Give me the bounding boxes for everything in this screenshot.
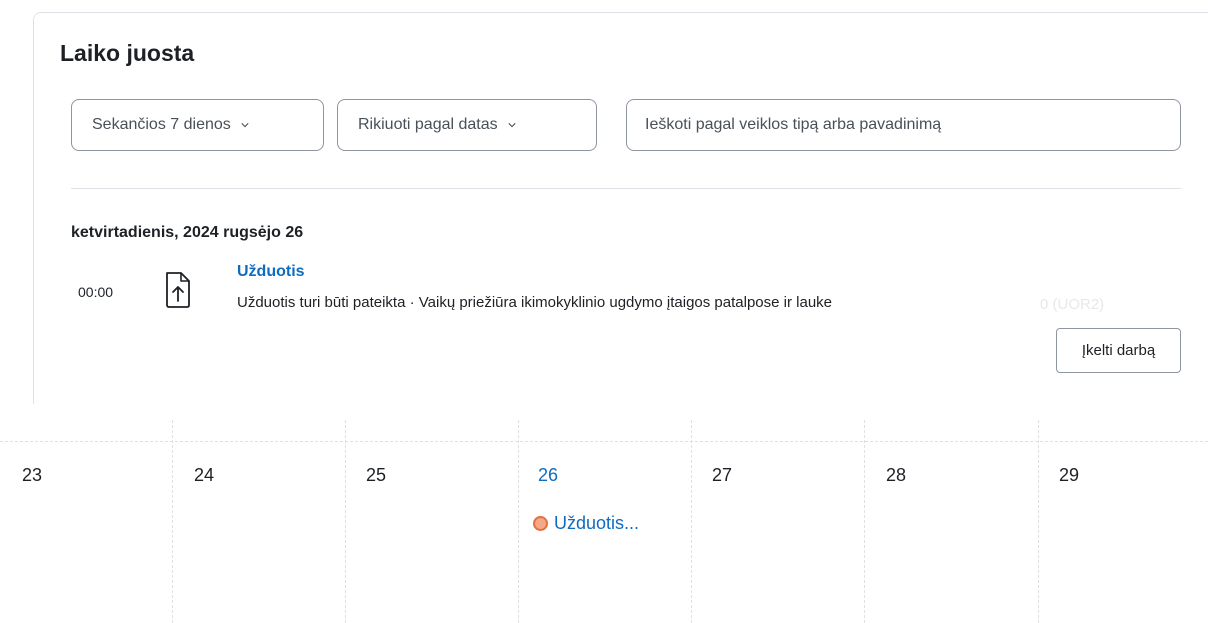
- calendar-week-row: 23 24 25 26 27 28 29 Užduotis...: [0, 420, 1208, 623]
- calendar-grid-line: [518, 420, 519, 623]
- calendar-grid-line: [172, 420, 173, 623]
- calendar-day-number[interactable]: 27: [712, 465, 732, 486]
- sort-select[interactable]: Rikiuoti pagal datas: [337, 99, 597, 151]
- timeline-card: [33, 12, 1208, 404]
- sort-label: Rikiuoti pagal datas: [358, 116, 498, 133]
- calendar-day-number[interactable]: 25: [366, 465, 386, 486]
- event-link[interactable]: Užduotis: [237, 263, 305, 281]
- event-time: 00:00: [78, 284, 114, 300]
- calendar-day-number[interactable]: 24: [194, 465, 214, 486]
- event-description: Užduotis turi būti pateikta · Vaikų prie…: [237, 294, 833, 311]
- days-filter-label: Sekančios 7 dienos: [92, 116, 231, 133]
- chevron-down-icon: [508, 123, 516, 128]
- calendar-grid-line: [864, 420, 865, 623]
- event-dot-icon: [533, 516, 548, 531]
- date-heading: ketvirtadienis, 2024 rugsėjo 26: [71, 224, 304, 241]
- calendar-event-link[interactable]: Užduotis...: [533, 513, 639, 534]
- calendar-grid-line: [1038, 420, 1039, 623]
- calendar-day-number-today[interactable]: 26: [538, 465, 558, 486]
- upload-submission-button[interactable]: Įkelti darbą: [1056, 328, 1181, 373]
- calendar-grid-line: [0, 441, 1208, 442]
- days-filter-select[interactable]: Sekančios 7 dienos: [71, 99, 324, 151]
- calendar-grid-line: [691, 420, 692, 623]
- calendar-day-number[interactable]: 29: [1059, 465, 1079, 486]
- calendar-day-number[interactable]: 28: [886, 465, 906, 486]
- chevron-down-icon: [241, 123, 249, 128]
- calendar-day-number[interactable]: 23: [22, 465, 42, 486]
- calendar-grid-line: [345, 420, 346, 623]
- calendar-event-label: Užduotis...: [554, 513, 640, 533]
- divider: [71, 188, 1181, 189]
- file-upload-icon: [166, 272, 190, 308]
- search-input[interactable]: [626, 99, 1181, 151]
- timeline-title: Laiko juosta: [60, 40, 195, 66]
- faded-course-code: 0 (UOR2): [1040, 296, 1105, 313]
